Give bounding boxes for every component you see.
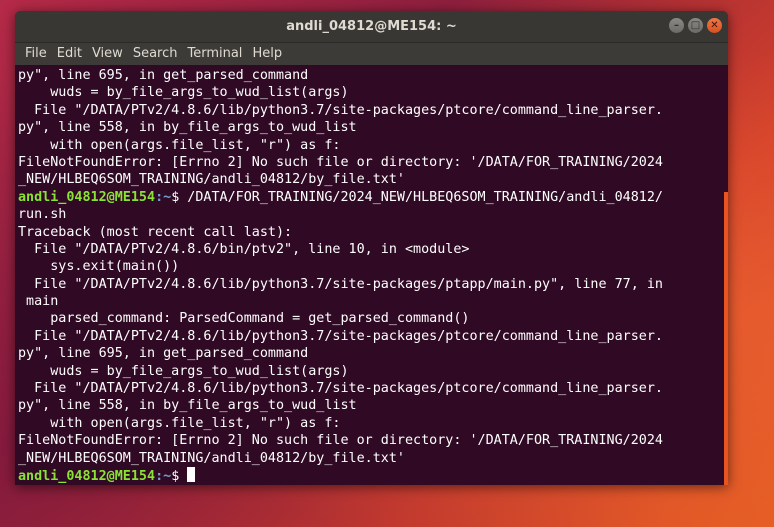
output-line: _NEW/HLBEQ6SOM_TRAINING/andli_04812/by_f… xyxy=(18,450,405,466)
output-line: with open(args.file_list, "r") as f: xyxy=(18,415,341,431)
output-line: File "/DATA/PTv2/4.8.6/lib/python3.7/sit… xyxy=(18,328,663,344)
current-prompt-line[interactable]: andli_04812@ME154:~$ xyxy=(18,466,728,484)
output-line: py", line 695, in get_parsed_command xyxy=(18,68,309,83)
output-line: sys.exit(main()) xyxy=(18,259,180,275)
output-line: FileNotFoundError: [Errno 2] No such fil… xyxy=(18,154,663,170)
output-line: File "/DATA/PTv2/4.8.6/lib/python3.7/sit… xyxy=(18,276,663,292)
output-line: File "/DATA/PTv2/4.8.6/bin/ptv2", line 1… xyxy=(18,241,470,257)
menu-bar: File Edit View Search Terminal Help xyxy=(15,43,728,65)
window-title: andli_04812@ME154: ~ xyxy=(286,19,457,34)
terminal-window[interactable]: andli_04812@ME154: ~ – □ ✕ File Edit Vie… xyxy=(15,11,728,485)
output-line: parsed_command: ParsedCommand = get_pars… xyxy=(18,311,470,327)
command-text: $ /DATA/FOR_TRAINING/2024_NEW/HLBEQ6SOM_… xyxy=(171,189,663,205)
menu-help[interactable]: Help xyxy=(247,43,287,65)
output-line: _NEW/HLBEQ6SOM_TRAINING/andli_04812/by_f… xyxy=(18,172,405,188)
text-cursor xyxy=(187,466,196,482)
menu-view[interactable]: View xyxy=(87,43,128,65)
output-line: py", line 695, in get_parsed_command xyxy=(18,346,309,362)
menu-search[interactable]: Search xyxy=(128,43,183,65)
output-line: py", line 558, in by_file_args_to_wud_li… xyxy=(18,398,357,414)
output-line: py", line 558, in by_file_args_to_wud_li… xyxy=(18,120,357,136)
output-line: FileNotFoundError: [Errno 2] No such fil… xyxy=(18,433,663,449)
minimize-icon[interactable]: – xyxy=(669,18,684,33)
menu-terminal[interactable]: Terminal xyxy=(182,43,247,65)
output-line: wuds = by_file_args_to_wud_list(args) xyxy=(18,363,349,379)
output-line: main xyxy=(18,294,59,310)
prompt-symbol: $ xyxy=(171,468,188,484)
output-line: File "/DATA/PTv2/4.8.6/lib/python3.7/sit… xyxy=(18,102,663,118)
scrollbar[interactable] xyxy=(724,192,728,485)
prompt-user: andli_04812@ME154 xyxy=(18,189,156,205)
output-line: File "/DATA/PTv2/4.8.6/lib/python3.7/sit… xyxy=(18,381,663,397)
maximize-icon[interactable]: □ xyxy=(688,18,703,33)
output-line: Traceback (most recent call last): xyxy=(18,224,293,240)
output-line: with open(args.file_list, "r") as f: xyxy=(18,137,341,153)
output-line: wuds = by_file_args_to_wud_list(args) xyxy=(18,85,349,101)
menu-file[interactable]: File xyxy=(20,43,52,65)
close-icon[interactable]: ✕ xyxy=(707,18,722,33)
terminal-output[interactable]: py", line 695, in get_parsed_command wud… xyxy=(15,65,728,485)
prompt-user: andli_04812@ME154 xyxy=(18,468,156,484)
window-controls: – □ ✕ xyxy=(669,18,722,33)
menu-edit[interactable]: Edit xyxy=(52,43,87,65)
title-bar[interactable]: andli_04812@ME154: ~ – □ ✕ xyxy=(15,11,728,43)
output-line: run.sh xyxy=(18,207,67,223)
prompt-path: :~ xyxy=(155,468,172,484)
prompt-path: :~ xyxy=(155,189,172,205)
command-prompt-line: andli_04812@ME154:~$ /DATA/FOR_TRAINING/… xyxy=(18,189,728,206)
